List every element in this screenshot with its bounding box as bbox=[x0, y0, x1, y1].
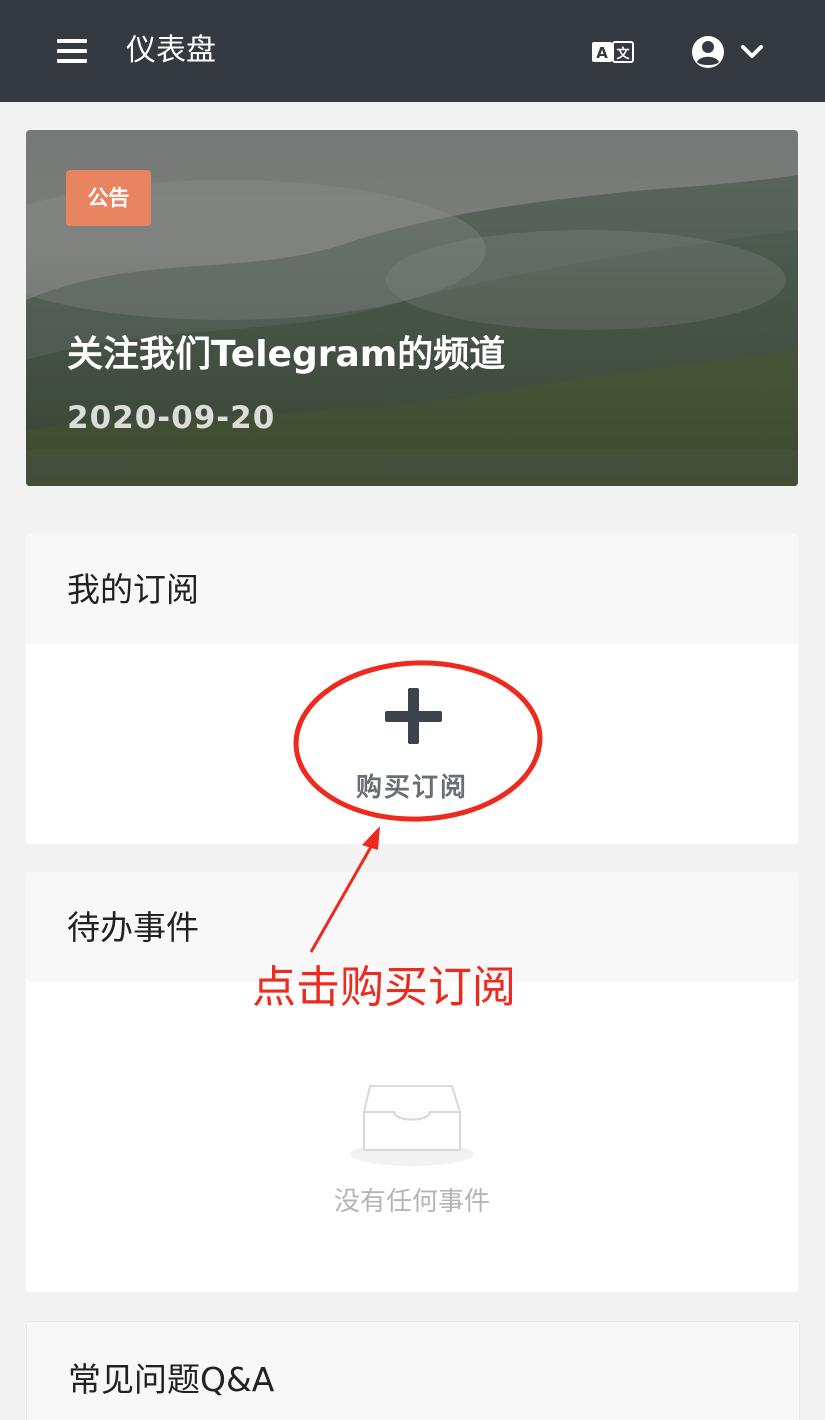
subscription-card: 我的订阅 购买订阅 bbox=[26, 534, 798, 844]
empty-state-text: 没有任何事件 bbox=[333, 1187, 490, 1217]
buy-subscription-button[interactable]: 购买订阅 bbox=[336, 682, 488, 812]
announcement-title: 关注我们Telegram的频道 bbox=[67, 334, 506, 375]
announcement-date: 2020-09-20 bbox=[67, 400, 276, 436]
todo-card: 待办事件 没有任何事件 bbox=[26, 872, 798, 1292]
top-header: 仪表盘 A 文 bbox=[0, 0, 825, 102]
buy-subscription-label: 购买订阅 bbox=[355, 773, 468, 803]
svg-text:文: 文 bbox=[616, 46, 630, 62]
translate-icon[interactable]: A 文 bbox=[592, 40, 634, 64]
subscription-card-title: 我的订阅 bbox=[67, 570, 199, 609]
announcement-badge: 公告 bbox=[66, 170, 151, 226]
todo-card-title: 待办事件 bbox=[67, 908, 199, 947]
announcement-banner[interactable]: 公告 关注我们Telegram的频道 2020-09-20 bbox=[26, 130, 798, 486]
user-circle-icon bbox=[692, 36, 724, 68]
chevron-down-icon bbox=[741, 45, 763, 58]
svg-text:A: A bbox=[596, 44, 608, 62]
subscription-card-header: 我的订阅 bbox=[26, 534, 798, 644]
faq-card[interactable]: 常见问题Q&A bbox=[26, 1321, 800, 1420]
dashboard-page: 仪表盘 A 文 公告 关注我们Telegram的频道 2020-09-20 我的… bbox=[0, 0, 825, 1420]
empty-inbox-icon bbox=[350, 1085, 474, 1166]
user-menu-button[interactable] bbox=[690, 34, 770, 70]
hamburger-menu-icon[interactable] bbox=[57, 38, 87, 64]
page-title: 仪表盘 bbox=[126, 33, 216, 68]
faq-card-header: 常见问题Q&A bbox=[27, 1322, 799, 1420]
faq-card-title: 常见问题Q&A bbox=[68, 1360, 275, 1399]
annotation-text: 点击购买订阅 bbox=[252, 962, 516, 1013]
